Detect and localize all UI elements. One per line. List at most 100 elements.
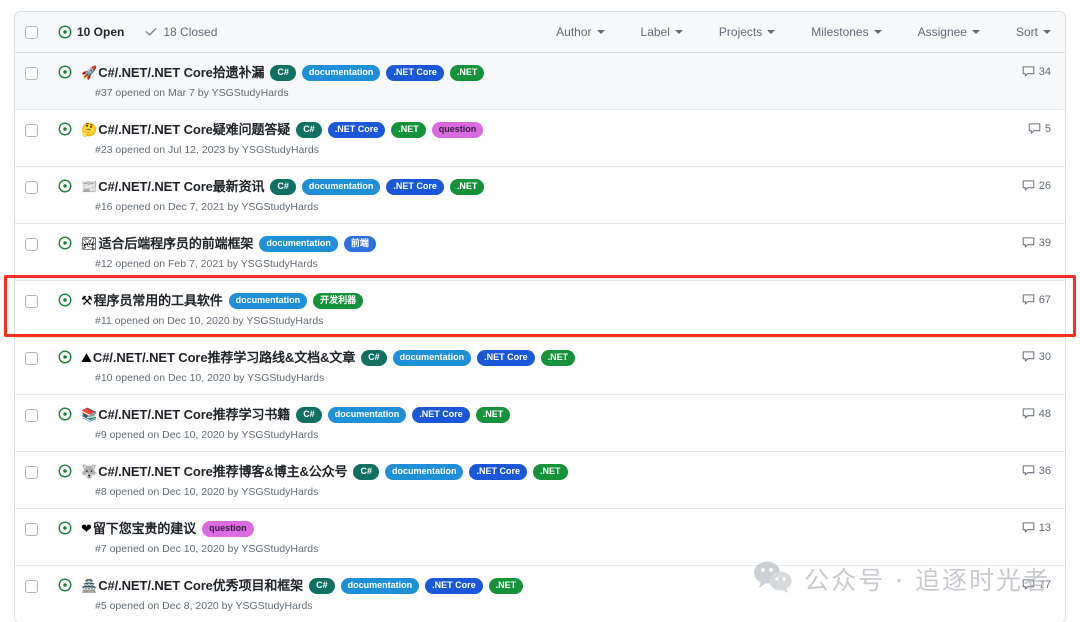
issue-title-link[interactable]: 留下您宝贵的建议 [93, 520, 196, 537]
issue-select-checkbox[interactable] [25, 67, 38, 80]
issue-label-chip[interactable]: documentation [392, 349, 472, 366]
issue-comment-count[interactable]: 67 [1007, 292, 1051, 306]
issue-row[interactable]: ⛰ C#/.NET/.NET Core推荐学习路线&文档&文章 C# document… [15, 338, 1065, 395]
issue-title-link[interactable]: 适合后端程序员的前端框架 [99, 235, 254, 252]
issue-title-link[interactable]: C#/.NET/.NET Core拾遗补漏 [98, 64, 264, 81]
issue-label-chip[interactable]: .NET Core [386, 64, 444, 81]
issue-comment-count[interactable]: 34 [1007, 64, 1051, 78]
issue-label-chip[interactable]: documentation [327, 406, 407, 423]
issue-select-checkbox[interactable] [25, 352, 38, 365]
issue-comment-number: 36 [1038, 464, 1051, 477]
issue-label-chip[interactable]: C# [296, 121, 322, 138]
issue-label-chip[interactable]: .NET Core [425, 577, 483, 594]
issue-row[interactable]: 🐺 C#/.NET/.NET Core推荐博客&博主&公众号 C# documenta… [15, 452, 1065, 509]
issue-label-chip[interactable]: .NET Core [412, 406, 470, 423]
issue-title-line: 🏞 适合后端程序员的前端框架 documentation 前端 [81, 235, 1007, 252]
filter-sort-label: Sort [1015, 25, 1038, 39]
filter-assignee[interactable]: Assignee [918, 25, 980, 39]
issue-comment-count[interactable]: 13 [1007, 520, 1051, 534]
issue-comment-count[interactable]: 36 [1007, 463, 1051, 477]
issue-select-checkbox[interactable] [25, 238, 38, 251]
filter-author[interactable]: Author [556, 25, 605, 39]
issue-labels: documentation 开发利器 [223, 292, 364, 309]
issue-label-chip[interactable]: documentation [228, 292, 308, 309]
issue-labels: documentation 前端 [253, 235, 376, 252]
issue-row[interactable]: 🚀 C#/.NET/.NET Core拾遗补漏 C# documentation .NE… [15, 53, 1065, 110]
issue-label-chip[interactable]: .NET [449, 64, 485, 81]
issue-label-chip[interactable]: C# [296, 406, 322, 423]
issue-label-chip[interactable]: question [202, 520, 254, 537]
check-icon [144, 25, 158, 39]
issue-label-chip[interactable]: documentation [340, 577, 420, 594]
issue-title-link[interactable]: C#/.NET/.NET Core推荐学习路线&文档&文章 [93, 349, 355, 366]
filter-sort[interactable]: Sort [1016, 25, 1051, 39]
issue-label-chip[interactable]: 开发利器 [313, 292, 364, 309]
issue-select-checkbox[interactable] [25, 295, 38, 308]
issue-title-link[interactable]: C#/.NET/.NET Core优秀项目和框架 [98, 577, 303, 594]
issue-label-chip[interactable]: .NET [449, 178, 485, 195]
open-issues-filter[interactable]: 10 Open [58, 25, 124, 39]
issue-label-chip[interactable]: .NET [533, 463, 568, 480]
issue-label-chip[interactable]: C# [309, 577, 335, 594]
issue-label-chip[interactable]: C# [270, 178, 296, 195]
issue-select-checkbox[interactable] [25, 523, 38, 536]
issue-open-icon [58, 179, 72, 198]
issue-label-chip[interactable]: C# [270, 64, 296, 81]
comment-icon [1022, 179, 1035, 192]
issue-title-link[interactable]: C#/.NET/.NET Core疑难问题答疑 [98, 121, 290, 138]
issue-label-chip[interactable]: .NET Core [327, 121, 386, 138]
issue-comment-count[interactable]: 39 [1007, 235, 1051, 249]
issue-label-chip[interactable]: documentation [301, 64, 381, 81]
issue-label-chip[interactable]: .NET [475, 406, 511, 423]
issue-title-link[interactable]: C#/.NET/.NET Core推荐博客&博主&公众号 [98, 463, 347, 480]
chevron-down-icon [971, 30, 980, 34]
issue-select-checkbox[interactable] [25, 181, 38, 194]
issue-open-icon [58, 25, 72, 39]
issue-title-link[interactable]: C#/.NET/.NET Core最新资讯 [98, 178, 264, 195]
issue-label-chip[interactable]: .NET [391, 121, 426, 138]
issue-row[interactable]: ❤ 留下您宝贵的建议 question #7 opened on Dec 10, 20… [15, 509, 1065, 566]
issue-label-chip[interactable]: documentation [259, 235, 338, 252]
issue-comment-count[interactable]: 26 [1007, 178, 1051, 192]
issue-select-checkbox[interactable] [25, 409, 38, 422]
issue-title-link[interactable]: C#/.NET/.NET Core推荐学习书籍 [98, 406, 290, 423]
issue-body: 🐺 C#/.NET/.NET Core推荐博客&博主&公众号 C# documenta… [81, 463, 1007, 498]
issue-label-chip[interactable]: C# [361, 349, 387, 366]
issue-emoji-icon: 🏯 [81, 578, 98, 593]
issue-label-chip[interactable]: .NET Core [386, 178, 444, 195]
filter-milestones[interactable]: Milestones [811, 25, 882, 39]
select-all-checkbox[interactable] [25, 25, 38, 39]
issue-open-icon [58, 407, 72, 426]
issue-body: ⛰ C#/.NET/.NET Core推荐学习路线&文档&文章 C# document… [81, 349, 1007, 384]
issue-select-checkbox[interactable] [25, 124, 38, 137]
issue-row[interactable]: 📚 C#/.NET/.NET Core推荐学习书籍 C# documentation.… [15, 395, 1065, 452]
issue-comment-count[interactable]: 30 [1007, 349, 1051, 363]
issue-label-chip[interactable]: .NET [488, 577, 524, 594]
issue-row[interactable]: ⚒ 程序员常用的工具软件 documentation 开发利器 #11 opened o… [15, 281, 1065, 338]
issue-label-chip[interactable]: .NET Core [469, 463, 527, 480]
issue-body: 📰 C#/.NET/.NET Core最新资讯 C# documentation .NE… [81, 178, 1007, 213]
issue-label-chip[interactable]: documentation [301, 178, 381, 195]
issue-comment-count[interactable]: 48 [1007, 406, 1051, 420]
issue-title-line: 📰 C#/.NET/.NET Core最新资讯 C# documentation .NE… [81, 178, 1007, 195]
issue-row[interactable]: 📰 C#/.NET/.NET Core最新资讯 C# documentation .NE… [15, 167, 1065, 224]
issue-label-chip[interactable]: C# [353, 463, 379, 480]
github-issues-page: 10 Open 18 Closed Author Label Projects … [0, 0, 1080, 622]
issue-row[interactable]: 🤔 C#/.NET/.NET Core疑难问题答疑 C# .NET Core .NET q… [15, 110, 1065, 167]
issue-comment-count[interactable]: 5 [1007, 121, 1051, 135]
issue-label-chip[interactable]: 前端 [343, 235, 376, 252]
issue-label-chip[interactable]: question [431, 121, 484, 138]
issue-title-link[interactable]: 程序员常用的工具软件 [94, 292, 223, 309]
issues-list-header: 10 Open 18 Closed Author Label Projects … [15, 12, 1065, 53]
issue-row[interactable]: 🏞 适合后端程序员的前端框架 documentation 前端 #12 opened o… [15, 224, 1065, 281]
issue-label-chip[interactable]: .NET Core [477, 349, 535, 366]
closed-issues-filter[interactable]: 18 Closed [144, 25, 217, 39]
issue-select-checkbox[interactable] [25, 466, 38, 479]
wechat-icon [753, 560, 793, 598]
issue-select-checkbox[interactable] [25, 580, 38, 593]
issue-label-chip[interactable]: .NET [540, 349, 576, 366]
filter-projects[interactable]: Projects [719, 25, 776, 39]
issue-label-chip[interactable]: documentation [384, 463, 464, 480]
issue-comment-number: 48 [1038, 407, 1051, 420]
filter-label[interactable]: Label [641, 25, 683, 39]
